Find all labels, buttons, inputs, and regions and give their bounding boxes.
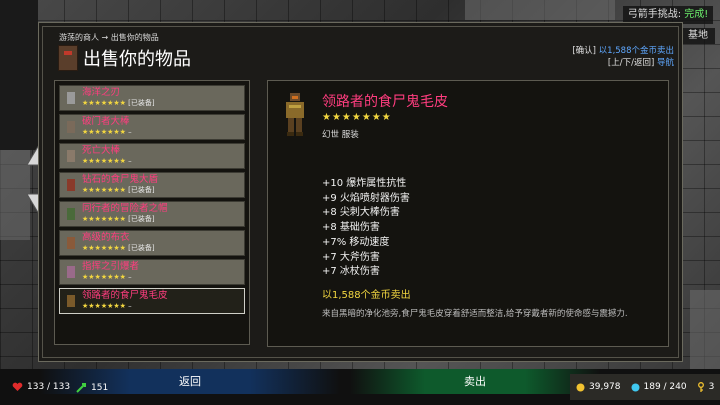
- list-item[interactable]: 死亡大棒 ★★★★★★★ –: [59, 143, 245, 169]
- detail-stat-list: +10 爆炸属性抗性 +9 火焰喷射器伤害 +8 尖刺大棒伤害 +8 基础伤害 +7% …: [322, 177, 410, 280]
- page-title: 出售你的物品: [83, 49, 191, 70]
- list-item-meta: ★★★★★★★ –: [82, 302, 244, 311]
- list-item-note: –: [128, 157, 132, 165]
- merchant-portrait-icon: [58, 45, 78, 71]
- list-item-stars: ★★★★★★★: [82, 186, 126, 194]
- help-confirm-text: 以1,588个金币卖出: [598, 46, 674, 56]
- list-item-meta: ★★★★★★★ –: [82, 128, 244, 137]
- stone-wall: [690, 290, 720, 370]
- list-item-name: 钻石的食尸鬼大盾: [82, 174, 159, 185]
- list-item[interactable]: 钻石的食尸鬼大盾 ★★★★★★★ [已装备]: [59, 172, 245, 198]
- key-icon: [697, 382, 704, 392]
- item-list: 海洋之刃 ★★★★★★★ [已装备] 破门者大棒 ★★★★★★★ – 死亡大棒 ★★★★★…: [54, 80, 250, 345]
- list-item-stars: ★★★★★★★: [82, 244, 126, 252]
- quest-label: 弓箭手挑战:: [627, 9, 682, 20]
- list-item[interactable]: 同行者的冒险者之帽 ★★★★★★★ [已装备]: [59, 201, 245, 227]
- list-item-stars: ★★★★★★★: [82, 128, 126, 136]
- detail-sell-price: 以1,588个金币卖出: [322, 290, 411, 301]
- list-item-name: 指挥之引爆者: [82, 261, 140, 272]
- fur-armor-icon: [286, 93, 304, 136]
- sell-panel: 游荡的商人 → 出售你的物品 出售你的物品 [确认] 以1,588个金币卖出 […: [38, 22, 683, 362]
- item-detail-panel: 领路者的食尸鬼毛皮 ★★★★★★★ 幻世 服装 +10 爆炸属性抗性 +9 火焰喷…: [267, 80, 669, 347]
- detail-item-name: 领路者的食尸鬼毛皮: [322, 94, 448, 110]
- base-label: 基地: [681, 28, 715, 44]
- list-item-name: 高级的布衣: [82, 232, 130, 243]
- list-item-note: –: [128, 273, 132, 281]
- cloth-icon: [67, 237, 75, 249]
- list-item-note: [已装备]: [128, 99, 155, 107]
- list-item-note: [已装备]: [128, 244, 155, 252]
- arrow-ammo-icon: [76, 383, 86, 393]
- list-item-meta: ★★★★★★★ [已装备]: [82, 99, 244, 108]
- stat-line: +10 爆炸属性抗性: [322, 178, 407, 189]
- club-icon: [67, 150, 75, 162]
- list-item[interactable]: 破门者大棒 ★★★★★★★ –: [59, 114, 245, 140]
- list-item-name: 死亡大棒: [82, 145, 121, 156]
- trinket-icon: [67, 266, 75, 278]
- gem-value: 189 / 240: [643, 382, 687, 392]
- help-nav-key: [上/下/返回]: [607, 58, 655, 68]
- detail-description: 来自黑暗的净化池旁,食尸鬼毛皮穿着舒适而整洁,给予穿戴者新的使命感与震撼力.: [322, 309, 628, 319]
- list-item-stars: ★★★★★★★: [82, 215, 126, 223]
- club-icon: [67, 121, 75, 133]
- list-item-meta: ★★★★★★★ [已装备]: [82, 244, 244, 253]
- list-item-name: 海洋之刃: [82, 87, 121, 98]
- quest-status: 完成!: [684, 9, 709, 20]
- ammo-value: 151: [91, 382, 109, 393]
- fur-armor-icon: [67, 295, 75, 307]
- health-display: 133 / 133: [12, 382, 70, 392]
- hat-icon: [67, 208, 75, 220]
- list-item-name: 领路者的食尸鬼毛皮: [82, 290, 168, 301]
- gold-coin-icon: [576, 383, 585, 391]
- list-item[interactable]: 海洋之刃 ★★★★★★★ [已装备]: [59, 85, 245, 111]
- stat-line: +8 尖刺大棒伤害: [322, 207, 400, 219]
- dark-floor: [0, 0, 38, 150]
- gem-icon: [631, 383, 639, 391]
- stat-line: +7 冰杖伤害: [322, 266, 380, 278]
- list-item[interactable]: 领路者的食尸鬼毛皮 ★★★★★★★ –: [59, 288, 245, 314]
- list-item-name: 同行者的冒险者之帽: [82, 203, 168, 214]
- gold-value: 39,978: [589, 382, 621, 392]
- sell-button[interactable]: 卖出: [350, 369, 600, 394]
- list-item[interactable]: 指挥之引爆者 ★★★★★★★ –: [59, 259, 245, 285]
- heart-icon: [12, 382, 23, 391]
- ammo-display: 151: [76, 382, 108, 393]
- shield-icon: [67, 179, 75, 191]
- resource-display: 39,978 189 / 240 3: [570, 374, 720, 400]
- list-item-note: –: [128, 128, 132, 136]
- list-item-name: 破门者大棒: [82, 116, 130, 127]
- stat-line: +9 火焰喷射器伤害: [322, 192, 410, 204]
- list-item-meta: ★★★★★★★ [已装备]: [82, 215, 244, 224]
- list-item-meta: ★★★★★★★ [已装备]: [82, 186, 244, 195]
- list-item-meta: ★★★★★★★ –: [82, 273, 244, 282]
- detail-item-type: 幻世 服装: [322, 130, 359, 140]
- health-value: 133 / 133: [27, 382, 71, 392]
- list-item-stars: ★★★★★★★: [82, 302, 126, 310]
- sword-icon: [67, 92, 75, 104]
- stat-line: +7% 移动速度: [322, 236, 390, 248]
- help-nav-text: 导航: [656, 58, 674, 68]
- list-item-stars: ★★★★★★★: [82, 273, 126, 281]
- list-item-stars: ★★★★★★★: [82, 157, 126, 165]
- stat-line: +8 基础伤害: [322, 222, 380, 234]
- list-item-meta: ★★★★★★★ –: [82, 157, 244, 166]
- controls-help: [确认] 以1,588个金币卖出 [上/下/返回] 导航: [572, 45, 674, 69]
- list-item-note: [已装备]: [128, 215, 155, 223]
- breadcrumb: 游荡的商人 → 出售你的物品: [59, 33, 159, 42]
- list-item-stars: ★★★★★★★: [82, 99, 126, 107]
- list-item-note: –: [128, 302, 132, 310]
- stone-wall: [465, 0, 615, 20]
- help-confirm-key: [确认]: [572, 46, 596, 56]
- detail-rarity-stars: ★★★★★★★: [322, 112, 392, 123]
- key-value: 3: [708, 382, 715, 392]
- list-item[interactable]: 高级的布衣 ★★★★★★★ [已装备]: [59, 230, 245, 256]
- list-item-note: [已装备]: [128, 186, 155, 194]
- stat-line: +7 大斧伤害: [322, 251, 380, 263]
